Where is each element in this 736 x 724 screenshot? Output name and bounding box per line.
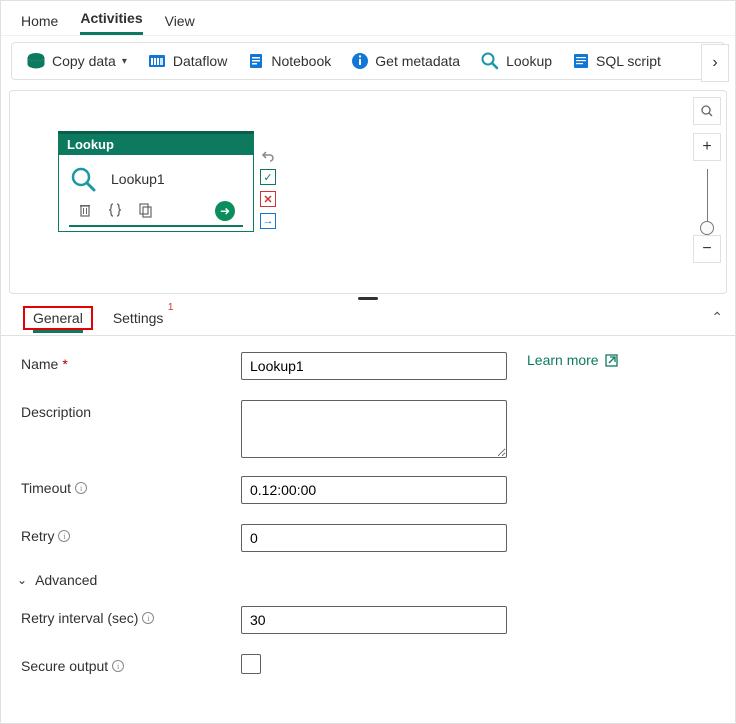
grip-icon [358, 297, 378, 300]
chevron-up-icon: ⌃ [711, 309, 723, 325]
info-icon [351, 52, 369, 70]
description-field[interactable] [241, 400, 507, 458]
tab-settings-label: Settings [113, 310, 164, 326]
label-name: Name * [21, 352, 241, 372]
highlight-annotation: General [23, 306, 93, 330]
sql-script-icon [572, 52, 590, 70]
lookup-icon [69, 165, 97, 193]
notebook-icon [247, 52, 265, 70]
advanced-label: Advanced [35, 572, 97, 588]
tab-general-label: General [33, 310, 83, 333]
advanced-section-toggle[interactable]: ⌄ Advanced [17, 572, 721, 588]
menu-tab-home[interactable]: Home [21, 13, 58, 35]
tab-settings-badge: 1 [168, 302, 174, 313]
label-retry-interval: Retry interval (sec) i [21, 606, 241, 626]
fit-to-screen-button[interactable] [693, 97, 721, 125]
sql-script-label: SQL script [596, 53, 661, 69]
lookup-icon [480, 51, 500, 71]
info-icon[interactable]: i [58, 530, 70, 542]
properties-body: Name * Learn more Description Timeout i … [1, 336, 735, 696]
label-secure-output: Secure output i [21, 654, 241, 674]
port-failure[interactable]: ✕ [260, 191, 276, 207]
notebook-button[interactable]: Notebook [239, 48, 339, 74]
label-retry: Retry i [21, 524, 241, 544]
copy-data-label: Copy data [52, 53, 116, 69]
minus-icon: − [702, 240, 711, 258]
undo-icon [261, 148, 275, 162]
run-activity-button[interactable]: ➜ [215, 201, 235, 221]
zoom-thumb[interactable] [700, 221, 714, 235]
learn-more-link[interactable]: Learn more [527, 352, 618, 368]
retry-interval-field[interactable] [241, 606, 507, 634]
plus-icon: + [702, 138, 711, 156]
menu-tab-view[interactable]: View [165, 13, 195, 35]
zoom-out-button[interactable]: − [693, 235, 721, 263]
chevron-right-icon: › [712, 54, 717, 72]
copy-icon [137, 202, 153, 218]
learn-more-label: Learn more [527, 352, 599, 368]
x-icon: ✕ [263, 193, 272, 206]
name-field[interactable] [241, 352, 507, 380]
lookup-button[interactable]: Lookup [472, 47, 560, 75]
info-icon[interactable]: i [75, 482, 87, 494]
port-success[interactable]: ✓ [260, 169, 276, 185]
copy-data-button[interactable]: Copy data ▾ [18, 48, 135, 74]
pipeline-canvas[interactable]: + − Lookup Lookup1 ➜ ✓ ✕ → [9, 90, 727, 294]
code-activity-button[interactable] [107, 202, 123, 221]
chevron-down-icon: ⌄ [17, 573, 27, 587]
activity-type-header: Lookup [58, 131, 254, 155]
menu-tab-activities[interactable]: Activities [80, 10, 142, 35]
sql-script-button[interactable]: SQL script [564, 48, 669, 74]
delete-activity-button[interactable] [77, 202, 93, 221]
tab-settings[interactable]: Settings 1 [103, 304, 174, 332]
activity-instance-name: Lookup1 [111, 171, 165, 187]
arrow-right-icon: → [263, 215, 274, 227]
braces-icon [107, 202, 123, 218]
get-metadata-label: Get metadata [375, 53, 460, 69]
tab-general[interactable]: General [13, 304, 103, 332]
trash-icon [77, 202, 93, 218]
info-icon[interactable]: i [142, 612, 154, 624]
retry-field[interactable] [241, 524, 507, 552]
toolbar-overflow-button[interactable]: › [701, 44, 729, 82]
dataflow-button[interactable]: Dataflow [139, 48, 235, 74]
port-completion[interactable]: → [260, 213, 276, 229]
lookup-label: Lookup [506, 53, 552, 69]
check-icon: ✓ [263, 171, 272, 184]
label-description: Description [21, 400, 241, 420]
zoom-slider[interactable] [707, 169, 708, 227]
chevron-down-icon: ▾ [122, 56, 127, 67]
info-icon[interactable]: i [112, 660, 124, 672]
port-undo[interactable] [260, 147, 276, 163]
activity-node-lookup1[interactable]: Lookup Lookup1 ➜ [58, 131, 254, 232]
copy-data-icon [26, 52, 46, 70]
secure-output-checkbox[interactable] [241, 654, 261, 674]
copy-activity-button[interactable] [137, 202, 153, 221]
label-timeout: Timeout i [21, 476, 241, 496]
external-link-icon [605, 354, 618, 367]
dataflow-icon [147, 52, 167, 70]
arrow-right-icon: ➜ [220, 204, 230, 218]
search-icon [700, 104, 714, 118]
notebook-label: Notebook [271, 53, 331, 69]
dataflow-label: Dataflow [173, 53, 227, 69]
zoom-in-button[interactable]: + [693, 133, 721, 161]
get-metadata-button[interactable]: Get metadata [343, 48, 468, 74]
collapse-panel-button[interactable]: ⌃ [711, 309, 723, 326]
timeout-field[interactable] [241, 476, 507, 504]
